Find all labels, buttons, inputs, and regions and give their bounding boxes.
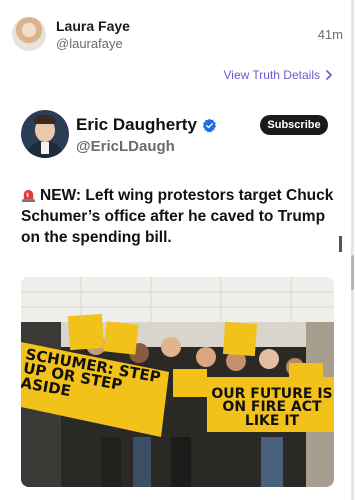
banner-right: OUR FUTURE IS ON FIRE ACT LIKE IT bbox=[211, 386, 333, 429]
embed-name-text: Eric Daugherty bbox=[76, 115, 197, 134]
protest-photo[interactable]: SCHUMER: STEP UP OR STEP ASIDE OUR FUTUR… bbox=[21, 277, 334, 487]
embed-text: NEW: Left wing protestors target Chuck S… bbox=[21, 185, 343, 248]
embed-author-name[interactable]: Eric Daugherty bbox=[76, 115, 217, 135]
author-handle[interactable]: @laurafaye bbox=[56, 36, 123, 51]
scrollbar-thumb[interactable] bbox=[351, 255, 354, 290]
view-details-label: View Truth Details bbox=[223, 68, 321, 82]
author-name[interactable]: Laura Faye bbox=[56, 18, 130, 34]
view-details-link[interactable]: View Truth Details bbox=[224, 68, 334, 82]
scrollbar[interactable] bbox=[351, 0, 354, 500]
text-cursor bbox=[339, 236, 342, 252]
verified-badge-icon bbox=[202, 118, 216, 132]
embed-text-content: NEW: Left wing protestors target Chuck S… bbox=[21, 187, 334, 246]
embedded-post[interactable]: Eric Daugherty @EricLDaugh Subscribe NEW… bbox=[0, 96, 355, 500]
chevron-right-icon bbox=[326, 70, 332, 80]
post-header: Laura Faye @laurafaye 41m bbox=[12, 17, 343, 53]
embed-author-handle[interactable]: @EricLDaugh bbox=[76, 138, 175, 155]
avatar[interactable] bbox=[12, 17, 46, 51]
siren-icon bbox=[21, 189, 36, 202]
post-time: 41m bbox=[317, 27, 343, 42]
subscribe-button[interactable]: Subscribe bbox=[260, 115, 328, 135]
embed-avatar[interactable] bbox=[21, 110, 69, 158]
